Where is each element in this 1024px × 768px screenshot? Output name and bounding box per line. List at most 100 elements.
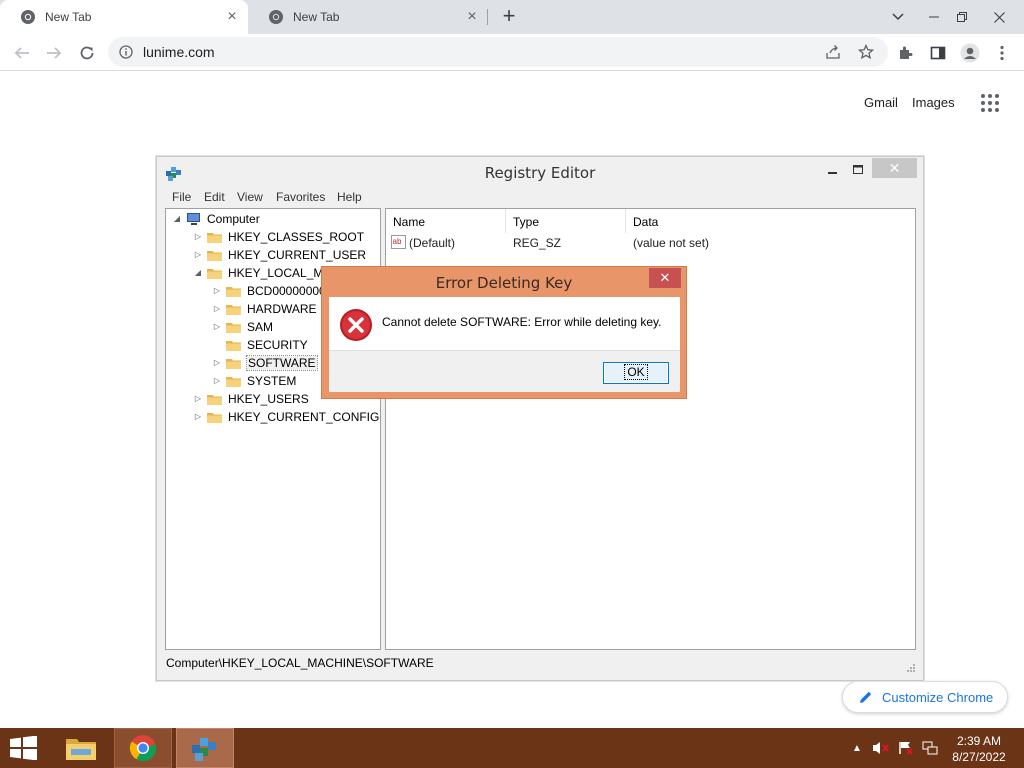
status-path: Computer\HKEY_LOCAL_MACHINE\SOFTWARE xyxy=(166,656,434,670)
maximize-icon[interactable] xyxy=(847,159,869,179)
menu-view[interactable]: View xyxy=(237,190,263,204)
images-link[interactable]: Images xyxy=(912,95,955,110)
tree-item-bcd00000000[interactable]: ▷ BCD00000000 xyxy=(212,282,326,300)
forward-arrow-icon[interactable] xyxy=(41,40,67,66)
taskbar-chrome[interactable] xyxy=(114,728,172,768)
tree-label: SYSTEM xyxy=(247,374,297,388)
windows-start-icon[interactable] xyxy=(8,736,40,760)
apps-grid-icon[interactable] xyxy=(981,94,999,112)
reload-icon[interactable] xyxy=(74,40,100,66)
expand-arrow-icon[interactable]: ▷ xyxy=(212,286,222,296)
expand-arrow-icon[interactable]: ▷ xyxy=(212,376,222,386)
plus-icon[interactable]: + xyxy=(498,5,520,28)
sidepanel-icon[interactable] xyxy=(925,40,951,66)
string-value-icon: ab xyxy=(391,235,406,249)
tab-divider xyxy=(487,9,488,25)
tree-label: HKEY_USERS xyxy=(228,392,309,406)
registry-editor-titlebar[interactable]: Registry Editor ✕ xyxy=(157,157,923,187)
profile-icon[interactable] xyxy=(957,40,983,66)
tab-new-tab-active[interactable]: New Tab × xyxy=(0,0,248,34)
taskbar-registry-editor[interactable] xyxy=(176,728,234,768)
menu-file[interactable]: File xyxy=(172,190,191,204)
tree-item-system[interactable]: ▷ SYSTEM xyxy=(212,372,296,390)
column-header-data[interactable]: Data xyxy=(626,209,915,233)
file-explorer-icon xyxy=(66,739,96,760)
dialog-footer: OK xyxy=(329,350,680,392)
tree-item-computer[interactable]: ◢ Computer xyxy=(172,210,260,228)
tree-item-hkey-local-machine[interactable]: ◢ HKEY_LOCAL_MA xyxy=(193,264,331,282)
tree-item-sam[interactable]: ▷ SAM xyxy=(212,318,273,336)
error-icon xyxy=(340,309,372,341)
collapse-arrow-icon[interactable]: ◢ xyxy=(172,214,182,224)
tree-item-hkey-users[interactable]: ▷ HKEY_USERS xyxy=(193,390,309,408)
ok-button[interactable]: OK xyxy=(603,362,669,384)
expand-arrow-icon[interactable]: ▷ xyxy=(212,322,222,332)
tab-title: New Tab xyxy=(293,10,340,24)
taskbar-file-explorer[interactable] xyxy=(52,728,110,768)
pencil-icon xyxy=(860,691,872,703)
tree-label: HKEY_LOCAL_MA xyxy=(228,266,332,280)
speaker-muted-icon[interactable] xyxy=(872,740,890,756)
close-icon[interactable]: ✕ xyxy=(872,158,917,178)
tree-item-software[interactable]: ▷ SOFTWARE xyxy=(212,354,318,372)
error-dialog: Error Deleting Key ✕ Cannot delete SOFTW… xyxy=(321,266,687,399)
value-type: REG_SZ xyxy=(513,236,562,250)
customize-chrome-button[interactable]: Customize Chrome xyxy=(842,681,1008,713)
expand-arrow-icon[interactable]: ▷ xyxy=(193,250,203,260)
svg-text:ab: ab xyxy=(393,237,402,246)
menu-edit[interactable]: Edit xyxy=(204,190,225,204)
tree-item-security[interactable]: SECURITY xyxy=(212,336,308,354)
expand-arrow-icon[interactable]: ▷ xyxy=(193,232,203,242)
clock-time: 2:39 AM xyxy=(956,734,1002,748)
kebab-menu-icon[interactable] xyxy=(989,40,1015,66)
chevron-down-icon[interactable] xyxy=(881,0,915,34)
address-bar[interactable]: lunime.com xyxy=(108,37,888,67)
close-icon[interactable]: × xyxy=(224,9,240,25)
value-name: (Default) xyxy=(409,236,456,250)
tree-item-hardware[interactable]: ▷ HARDWARE xyxy=(212,300,317,318)
expand-arrow-icon[interactable]: ▷ xyxy=(193,412,203,422)
folder-icon xyxy=(226,286,241,297)
resize-grip-icon[interactable] xyxy=(905,662,915,672)
share-icon[interactable] xyxy=(823,42,843,62)
close-icon[interactable]: × xyxy=(464,9,480,25)
tree-label: BCD00000000 xyxy=(247,284,326,298)
url-text[interactable]: lunime.com xyxy=(143,44,215,60)
chrome-favicon xyxy=(21,10,35,24)
puzzle-icon[interactable] xyxy=(893,40,919,66)
value-data: (value not set) xyxy=(633,236,710,250)
flag-icon[interactable] xyxy=(897,740,915,756)
menu-help[interactable]: Help xyxy=(337,190,362,204)
star-icon[interactable] xyxy=(856,42,876,62)
value-row[interactable]: ab (Default) REG_SZ (value not set) xyxy=(386,233,915,253)
gmail-link[interactable]: Gmail xyxy=(864,95,898,110)
chevron-up-icon[interactable]: ▲ xyxy=(848,740,866,756)
expand-arrow-icon[interactable]: ▷ xyxy=(212,304,222,314)
chrome-icon xyxy=(129,735,157,762)
expand-arrow-icon[interactable]: ▷ xyxy=(212,358,222,368)
expand-arrow-icon[interactable]: ▷ xyxy=(193,394,203,404)
ok-label: OK xyxy=(624,364,648,380)
minimize-icon[interactable] xyxy=(821,159,843,179)
collapse-arrow-icon[interactable]: ◢ xyxy=(193,268,203,278)
tree-item-hkey-classes-root[interactable]: ▷ HKEY_CLASSES_ROOT xyxy=(193,228,364,246)
tree-label: HARDWARE xyxy=(247,302,317,316)
clock-date: 8/27/2022 xyxy=(952,750,1006,764)
status-bar: Computer\HKEY_LOCAL_MACHINE\SOFTWARE xyxy=(165,654,917,674)
info-icon[interactable] xyxy=(119,45,133,59)
network-icon[interactable] xyxy=(921,740,939,756)
system-clock[interactable]: 2:39 AM 8/27/2022 xyxy=(946,733,1012,765)
menu-favorites[interactable]: Favorites xyxy=(276,190,325,204)
tab-new-tab[interactable]: New Tab × xyxy=(248,0,488,34)
folder-icon xyxy=(207,268,222,279)
column-header-type[interactable]: Type xyxy=(506,209,626,233)
tree-item-hkey-current-config[interactable]: ▷ HKEY_CURRENT_CONFIG xyxy=(193,408,379,426)
restore-icon[interactable] xyxy=(945,0,979,34)
tree-item-hkey-current-user[interactable]: ▷ HKEY_CURRENT_USER xyxy=(193,246,366,264)
folder-icon xyxy=(226,376,241,387)
close-icon[interactable] xyxy=(982,0,1016,34)
back-arrow-icon[interactable] xyxy=(9,40,35,66)
column-header-name[interactable]: Name xyxy=(386,209,506,233)
close-icon[interactable]: ✕ xyxy=(649,268,681,288)
